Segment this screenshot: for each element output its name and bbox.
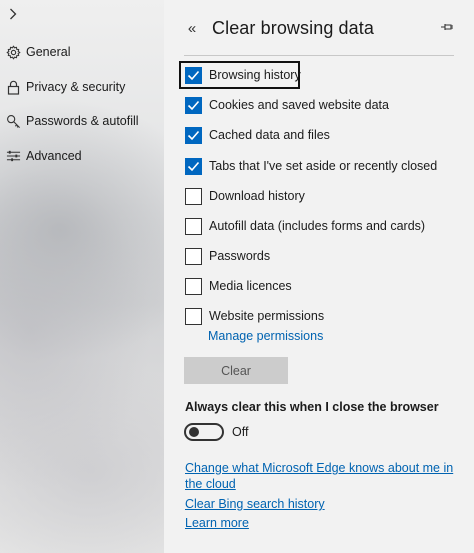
toggle-knob — [189, 427, 199, 437]
option-label: Autofill data (includes forms and cards) — [209, 219, 426, 233]
option-cookies[interactable]: Cookies and saved website data — [185, 95, 389, 115]
option-passwords[interactable]: Passwords — [185, 246, 270, 266]
clear-button[interactable]: Clear — [184, 357, 288, 384]
toggle-state-label: Off — [232, 425, 249, 439]
settings-sidebar: General Privacy & security Passwords & a… — [0, 0, 164, 553]
checkbox-checked[interactable] — [185, 96, 202, 114]
pin-button[interactable] — [438, 18, 456, 36]
checkbox-unchecked[interactable] — [185, 217, 202, 235]
sidebar-item-general[interactable]: General — [0, 41, 164, 63]
clear-bing-history-link[interactable]: Clear Bing search history — [185, 497, 325, 511]
option-label: Tabs that I've set aside or recently clo… — [209, 159, 438, 173]
lock-icon — [3, 79, 23, 95]
option-media-licences[interactable]: Media licences — [185, 276, 292, 296]
checkbox-unchecked[interactable] — [185, 247, 202, 265]
pin-icon — [441, 24, 453, 30]
sidebar-item-label: Privacy & security — [26, 80, 126, 94]
sidebar-item-passwords-autofill[interactable]: Passwords & autofill — [0, 110, 164, 132]
option-browsing-history[interactable]: Browsing history — [185, 65, 301, 85]
option-label: Browsing history — [209, 68, 301, 82]
option-label: Media licences — [209, 279, 292, 293]
sidebar-item-label: Advanced — [26, 149, 82, 163]
manage-permissions-link[interactable]: Manage permissions — [208, 329, 323, 343]
checkbox-checked[interactable] — [185, 157, 202, 175]
gear-icon — [3, 44, 23, 60]
key-icon — [3, 113, 23, 129]
option-website-permissions[interactable]: Website permissions — [185, 306, 324, 326]
always-clear-toggle[interactable] — [184, 423, 224, 441]
checkmark-icon — [187, 130, 200, 140]
option-label: Download history — [209, 189, 305, 203]
checkbox-unchecked[interactable] — [185, 187, 202, 205]
sidebar-item-privacy-security[interactable]: Privacy & security — [0, 76, 164, 98]
change-edge-knows-link-line1[interactable]: Change what Microsoft Edge knows about m… — [185, 461, 453, 475]
learn-more-link[interactable]: Learn more — [185, 516, 249, 530]
checkbox-unchecked[interactable] — [185, 307, 202, 325]
back-button[interactable]: « — [183, 18, 201, 38]
page-title: Clear browsing data — [212, 18, 374, 38]
checkbox-checked[interactable] — [185, 66, 202, 84]
option-label: Website permissions — [209, 309, 325, 323]
change-edge-knows-link-line2[interactable]: the cloud — [185, 477, 236, 491]
expand-sidebar-chevron-icon[interactable] — [6, 6, 20, 22]
checkmark-icon — [187, 70, 200, 80]
sidebar-item-advanced[interactable]: Advanced — [0, 145, 164, 167]
checkmark-icon — [187, 100, 200, 110]
checkbox-checked[interactable] — [185, 126, 202, 144]
sidebar-item-label: General — [26, 45, 71, 59]
option-autofill-data[interactable]: Autofill data (includes forms and cards) — [185, 216, 425, 236]
checkmark-icon — [187, 161, 200, 171]
option-label: Passwords — [209, 249, 271, 263]
option-download-history[interactable]: Download history — [185, 186, 305, 206]
sidebar-item-label: Passwords & autofill — [26, 114, 139, 128]
checkbox-unchecked[interactable] — [185, 277, 202, 295]
option-tabs-set-aside[interactable]: Tabs that I've set aside or recently clo… — [185, 156, 437, 176]
option-label: Cookies and saved website data — [209, 98, 389, 112]
always-clear-label: Always clear this when I close the brows… — [185, 400, 439, 414]
option-label: Cached data and files — [209, 128, 330, 142]
option-cached-data[interactable]: Cached data and files — [185, 125, 330, 145]
double-chevron-left-icon: « — [187, 19, 197, 37]
sliders-icon — [3, 148, 23, 164]
divider — [184, 55, 454, 56]
